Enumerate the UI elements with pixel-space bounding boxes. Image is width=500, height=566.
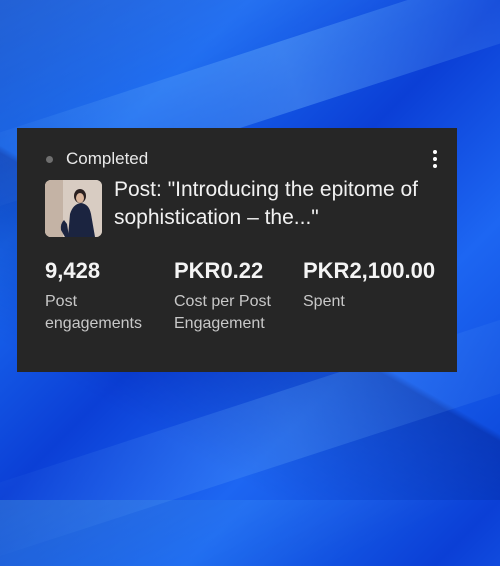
- metric-cost-per-engagement: PKR0.22 Cost per Post Engagement: [174, 257, 303, 335]
- more-options-icon[interactable]: [427, 148, 443, 170]
- metric-label: Spent: [303, 293, 345, 310]
- metric-value: PKR2,100.00: [303, 258, 436, 283]
- status-dot-icon: [46, 155, 53, 163]
- post-row[interactable]: Post: "Introducing the epitome of sophis…: [45, 178, 429, 237]
- metric-spent: PKR2,100.00 Spent: [303, 257, 436, 335]
- status-label: Completed: [66, 149, 149, 168]
- post-title: Post: "Introducing the epitome of sophis…: [114, 178, 418, 229]
- campaign-card[interactable]: Completed Post: "Introducing the epitome…: [17, 128, 457, 372]
- metrics-row: 9,428 Post engagements PKR0.22 Cost per …: [45, 257, 436, 335]
- metric-label: Post engagements: [45, 293, 142, 332]
- metric-engagements: 9,428 Post engagements: [45, 257, 174, 335]
- status-row: Completed: [45, 148, 429, 170]
- post-thumbnail: [45, 180, 102, 237]
- metric-value: 9,428: [45, 258, 101, 283]
- metric-value: PKR0.22: [174, 258, 264, 283]
- metric-label: Cost per Post Engagement: [174, 293, 271, 332]
